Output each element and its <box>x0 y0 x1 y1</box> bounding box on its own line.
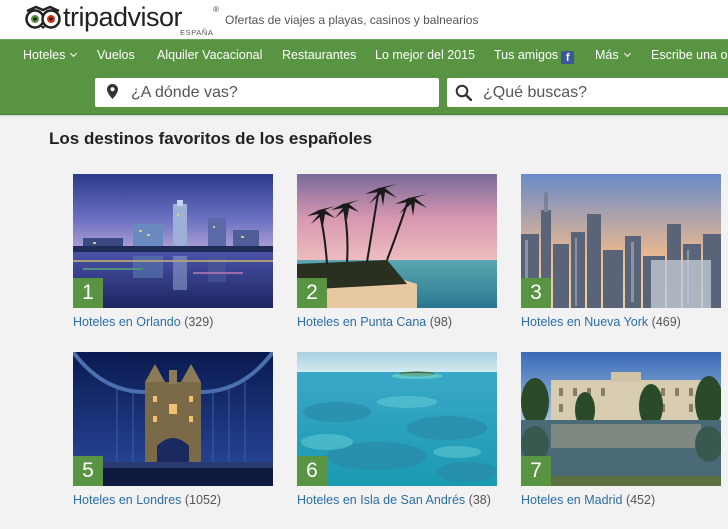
destination-link[interactable]: Hoteles en Madrid <box>521 493 622 507</box>
destination-link[interactable]: Hoteles en Nueva York <box>521 315 648 329</box>
what-search-input[interactable]: ¿Qué buscas? <box>447 78 728 107</box>
logo-wordmark: tripadvisor <box>63 2 183 32</box>
nav-label: Vuelos <box>97 48 135 62</box>
search-icon <box>455 84 472 101</box>
destination-link[interactable]: Hoteles en Punta Cana <box>297 315 426 329</box>
facebook-icon: f <box>561 51 575 64</box>
nav-hoteles[interactable]: Hoteles <box>23 48 78 62</box>
destination-photo[interactable]: 2 <box>297 174 497 308</box>
nav-label: Escribe una opinión <box>651 48 728 62</box>
nav-vuelos[interactable]: Vuelos <box>97 48 135 62</box>
destination-photo[interactable]: 5 <box>73 352 273 486</box>
destination-caption: Hoteles en Londres (1052) <box>73 492 273 508</box>
main-nav: Hoteles Vuelos Alquiler Vacacional Resta… <box>0 39 728 71</box>
destination-placeholder: ¿A dónde vas? <box>131 84 238 101</box>
chevron-down-icon <box>623 49 631 58</box>
rank-badge: 1 <box>73 278 103 308</box>
rank-badge: 2 <box>297 278 327 308</box>
nav-label: Tus amigos <box>494 48 559 62</box>
nav-escribe-opinion[interactable]: Escribe una opinión <box>651 48 728 62</box>
nav-label: Alquiler Vacacional <box>157 48 263 62</box>
rank-badge: 5 <box>73 456 103 486</box>
rank-badge: 6 <box>297 456 327 486</box>
nav-label: Lo mejor del 2015 <box>375 48 476 62</box>
nav-lo-mejor-2015[interactable]: Lo mejor del 2015 <box>375 48 475 62</box>
nav-tus-amigos[interactable]: Tus amigos f <box>494 48 575 64</box>
nav-label: Más <box>595 48 619 62</box>
review-count: (452) <box>625 493 656 507</box>
nav-alquiler-vacacional[interactable]: Alquiler Vacacional <box>157 48 262 62</box>
destination-caption: Hoteles en Isla de San Andrés (38) <box>297 492 497 508</box>
destination-photo[interactable]: 1 <box>73 174 273 308</box>
review-count: (38) <box>468 493 491 507</box>
destination-photo[interactable]: 3 <box>521 174 721 308</box>
destination-caption: Hoteles en Madrid (452) <box>521 492 721 508</box>
nav-restaurantes[interactable]: Restaurantes <box>282 48 356 62</box>
chevron-down-icon <box>70 49 78 58</box>
destination-photo[interactable]: 6 <box>297 352 497 486</box>
destination-photo[interactable]: 7 <box>521 352 721 486</box>
nav-mas[interactable]: Más <box>595 48 631 62</box>
nav-label: Hoteles <box>23 48 66 62</box>
location-pin-icon <box>107 84 118 99</box>
search-bar: ¿A dónde vas? ¿Qué buscas? <box>0 71 728 115</box>
trademark-symbol: ® <box>213 5 219 14</box>
destination-link[interactable]: Hoteles en Orlando <box>73 315 181 329</box>
destination-search-input[interactable]: ¿A dónde vas? <box>95 78 439 107</box>
destination-link[interactable]: Hoteles en Londres <box>73 493 181 507</box>
owl-eyes-icon <box>25 5 61 29</box>
site-tagline: Ofertas de viajes a playas, casinos y ba… <box>225 13 479 27</box>
section-title: Los destinos favoritos de los españoles <box>49 129 373 148</box>
rank-badge: 7 <box>521 456 551 486</box>
review-count: (98) <box>429 315 452 329</box>
review-count: (1052) <box>184 493 222 507</box>
destination-caption: Hoteles en Nueva York (469) <box>521 314 721 330</box>
destination-caption: Hoteles en Punta Cana (98) <box>297 314 497 330</box>
divider <box>0 115 728 118</box>
review-count: (469) <box>651 315 681 329</box>
destination-link[interactable]: Hoteles en Isla de San Andrés <box>297 493 465 507</box>
review-count: (329) <box>184 315 214 329</box>
destination-caption: Hoteles en Orlando (329) <box>73 314 273 330</box>
logo-country: ESPAÑA <box>180 28 214 37</box>
top-header: tripadvisor ® ESPAÑA Ofertas de viajes a… <box>0 0 728 39</box>
rank-badge: 3 <box>521 278 551 308</box>
nav-label: Restaurantes <box>282 48 357 62</box>
what-placeholder: ¿Qué buscas? <box>483 84 588 101</box>
